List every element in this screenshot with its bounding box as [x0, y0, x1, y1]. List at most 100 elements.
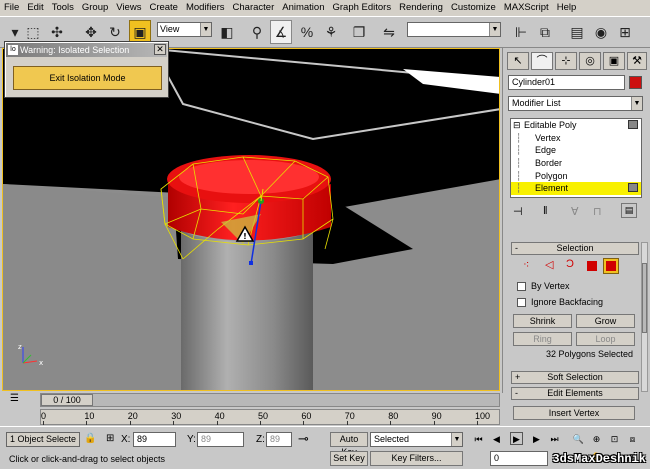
display-tab-icon[interactable]: ▣ — [603, 52, 625, 70]
pin-stack-icon[interactable]: ⊣ — [513, 205, 523, 218]
zoom-extents-all-icon[interactable]: ⧈ — [626, 433, 639, 446]
chevron-down-icon[interactable]: ▼ — [200, 23, 211, 36]
play-icon[interactable]: ▶ — [510, 432, 523, 445]
menu-modifiers[interactable]: Modifiers — [182, 0, 229, 16]
menu-customize[interactable]: Customize — [447, 0, 500, 16]
next-frame-icon[interactable]: ▶ — [530, 433, 543, 446]
close-icon[interactable]: ✕ — [154, 44, 166, 55]
go-to-start-icon[interactable]: ⏮ — [472, 433, 485, 446]
mirror-icon[interactable]: ⇋ — [378, 20, 400, 44]
loop-button[interactable]: Loop — [576, 332, 635, 346]
show-end-result-icon[interactable]: ‖ — [543, 205, 548, 217]
stack-item-editable-poly[interactable]: ⊟ Editable Poly — [511, 119, 641, 132]
stack-item-vertex[interactable]: ┆ Vertex — [511, 132, 641, 145]
edit-elements-rollout-header[interactable]: - Edit Elements — [511, 387, 639, 400]
menu-file[interactable]: File — [0, 0, 23, 16]
edge-level-icon[interactable]: ◁ — [545, 258, 553, 271]
stack-item-border[interactable]: ┆ Border — [511, 157, 641, 170]
utilities-tab-icon[interactable]: ⚒ — [627, 52, 647, 70]
zoom-icon[interactable]: 🔍 — [572, 433, 585, 446]
object-color-swatch[interactable] — [629, 76, 642, 89]
stack-item-label: Editable Poly — [524, 120, 577, 130]
lock-selection-icon[interactable]: 🔒 — [84, 433, 96, 444]
modify-tab-icon[interactable]: ⌒ — [531, 52, 553, 70]
collapse-icon[interactable]: ⊟ — [513, 119, 521, 132]
pivot-center-icon[interactable]: ◧ — [216, 20, 238, 44]
time-slider-thumb[interactable]: 0 / 100 — [41, 394, 93, 406]
menu-animation[interactable]: Animation — [278, 0, 328, 16]
element-level-icon[interactable] — [603, 258, 619, 274]
border-level-icon[interactable]: Ɔ — [566, 258, 574, 270]
set-key-icon[interactable]: ⊸ — [298, 431, 309, 447]
time-slider[interactable]: 0 / 100 — [40, 393, 500, 407]
menu-character[interactable]: Character — [229, 0, 279, 16]
angle-snap-icon[interactable]: ∡ — [270, 20, 292, 44]
auto-key-button[interactable]: Auto Key — [330, 432, 368, 457]
y-coordinate-field[interactable]: 89 — [197, 432, 244, 447]
modifier-list-select[interactable]: Modifier List ▼ — [508, 96, 643, 111]
z-coordinate-field[interactable]: 89 — [266, 432, 292, 447]
key-filters-button[interactable]: Key Filters... — [370, 451, 463, 466]
spinner-snap-icon[interactable]: ⚘ — [320, 20, 342, 44]
polygon-level-icon[interactable] — [587, 261, 597, 271]
menu-graph-editors[interactable]: Graph Editors — [328, 0, 395, 16]
named-selection-set-select[interactable]: ▼ — [407, 22, 501, 37]
soft-selection-rollout-header[interactable]: + Soft Selection — [511, 371, 639, 384]
menu-rendering[interactable]: Rendering — [395, 0, 447, 16]
exit-isolation-mode-button[interactable]: Exit Isolation Mode — [13, 66, 162, 90]
select-and-link-icon[interactable]: ⚲ — [246, 20, 268, 44]
zoom-extents-icon[interactable]: ⊡ — [608, 433, 621, 446]
chevron-down-icon[interactable]: ▼ — [489, 23, 500, 36]
menu-tools[interactable]: Tools — [48, 0, 78, 16]
trackbar-icon[interactable]: ☰ — [10, 393, 20, 407]
by-vertex-checkbox[interactable] — [517, 282, 526, 291]
ring-button[interactable]: Ring — [513, 332, 572, 346]
shrink-button[interactable]: Shrink — [513, 314, 572, 328]
menu-group[interactable]: Group — [78, 0, 112, 16]
stack-item-polygon[interactable]: ┆ Polygon — [511, 170, 641, 183]
absolute-mode-icon[interactable]: ⊞ — [106, 433, 114, 444]
dialog-title-bar[interactable]: lo Warning: Isolated Selection — [6, 43, 167, 57]
track-bar[interactable]: 0 10 20 30 40 50 60 70 80 90 100 — [40, 409, 500, 425]
hierarchy-tab-icon[interactable]: ⊹ — [555, 52, 577, 70]
x-coordinate-field[interactable]: 89 — [133, 432, 176, 447]
viewport-perspective[interactable]: ! z x — [2, 48, 500, 391]
material-editor-icon[interactable]: ◉ — [590, 20, 612, 44]
menu-help[interactable]: Help — [553, 0, 581, 16]
stack-item-edge[interactable]: ┆ Edge — [511, 144, 641, 157]
edit-named-selection-icon[interactable]: ❐ — [348, 20, 370, 44]
align-icon[interactable]: ⊩ — [510, 20, 532, 44]
timeline-tick-label: 40 — [214, 411, 225, 421]
curve-editor-icon[interactable]: ▤ — [566, 20, 588, 44]
previous-frame-icon[interactable]: ◀ — [490, 433, 503, 446]
reference-coord-select[interactable]: View ▼ — [157, 22, 212, 37]
ignore-backfacing-checkbox[interactable] — [517, 298, 526, 307]
set-key-button[interactable]: Set Key — [330, 451, 368, 466]
go-to-end-icon[interactable]: ⏭ — [548, 433, 561, 446]
chevron-down-icon[interactable]: ▼ — [631, 97, 642, 110]
render-scene-icon[interactable]: ⊞ — [614, 20, 636, 44]
menu-edit[interactable]: Edit — [23, 0, 47, 16]
configure-modifier-sets-icon[interactable]: ▤ — [621, 203, 637, 218]
menu-create[interactable]: Create — [145, 0, 182, 16]
menu-views[interactable]: Views — [112, 0, 145, 16]
stack-item-element[interactable]: ┆ Element — [511, 182, 641, 196]
key-mode-select[interactable]: Selected ▼ — [370, 432, 463, 447]
current-frame-field[interactable]: 0 — [490, 451, 548, 466]
panel-scrollbar[interactable] — [641, 242, 648, 392]
insert-vertex-button[interactable]: Insert Vertex — [513, 406, 635, 420]
layer-manager-icon[interactable]: ⧉ — [534, 20, 556, 44]
object-name-field[interactable]: Cylinder01 — [508, 75, 625, 90]
create-tab-icon[interactable]: ↖ — [507, 52, 529, 70]
percent-snap-icon[interactable]: % — [296, 20, 318, 44]
selection-rollout-header[interactable]: - Selection — [511, 242, 639, 255]
remove-modifier-icon[interactable]: ⊓ — [593, 205, 602, 218]
timeline-tick-label: 10 — [84, 411, 95, 421]
vertex-level-icon[interactable]: ⁖ — [523, 258, 529, 271]
make-unique-icon[interactable]: ∀ — [571, 205, 579, 218]
zoom-all-icon[interactable]: ⊕ — [590, 433, 603, 446]
chevron-down-icon[interactable]: ▼ — [451, 433, 462, 446]
motion-tab-icon[interactable]: ◎ — [579, 52, 601, 70]
grow-button[interactable]: Grow — [576, 314, 635, 328]
menu-maxscript[interactable]: MAXScript — [500, 0, 553, 16]
